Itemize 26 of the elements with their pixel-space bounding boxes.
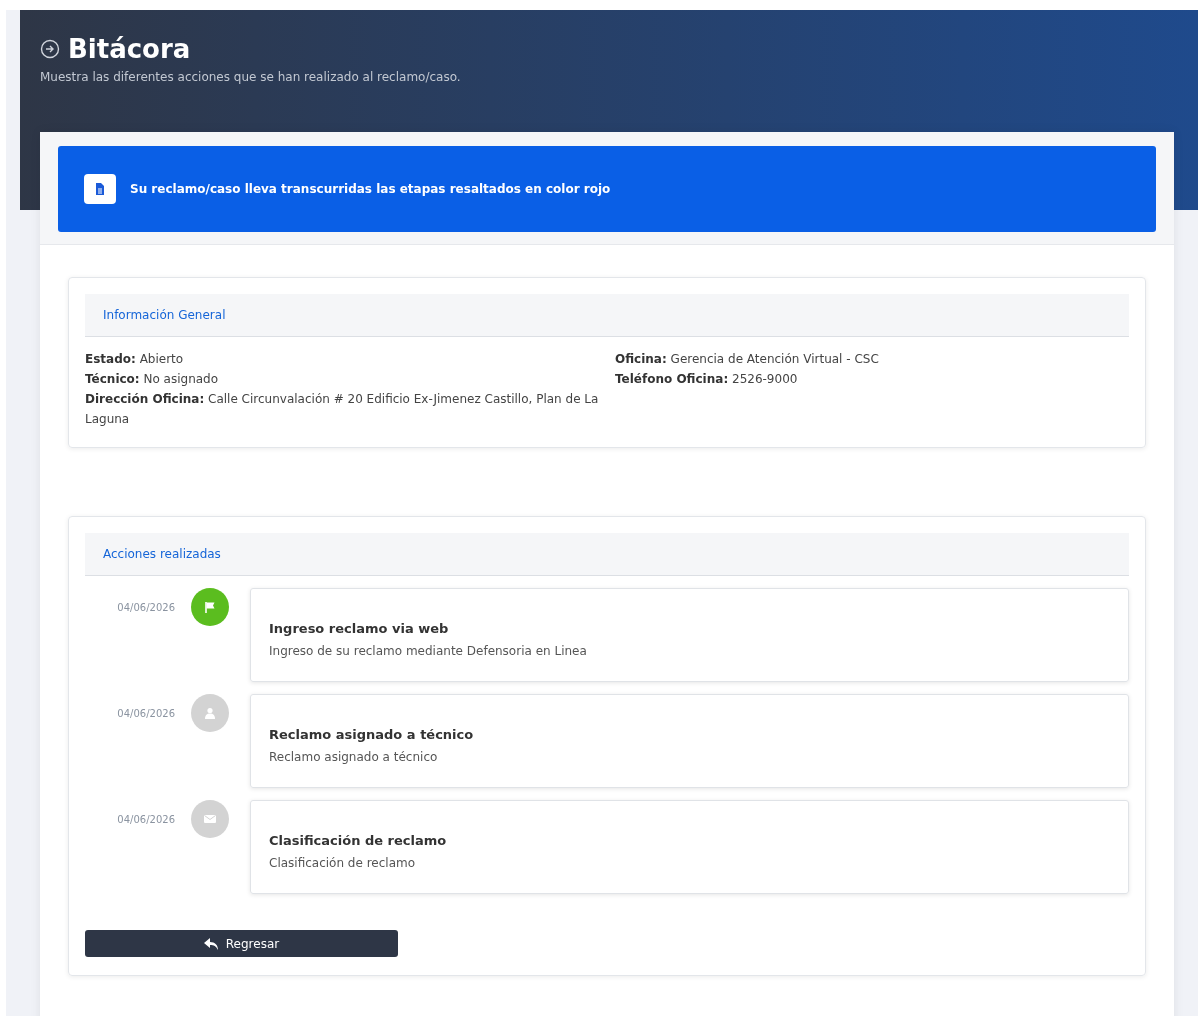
action-title: Reclamo asignado a técnico — [269, 727, 475, 742]
envelope-icon — [204, 814, 216, 824]
back-button[interactable]: Regresar — [85, 930, 398, 957]
info-field: Técnico: No asignado — [85, 369, 615, 389]
info-field: Oficina: Gerencia de Atención Virtual - CSC — [615, 349, 1129, 369]
user-icon — [204, 707, 216, 719]
action-date: 04/06/2026 — [116, 813, 175, 827]
info-field: Dirección Oficina: Calle Circunvalación # 20 Edificio Ex-Jimenez Castillo, Plan de La Laguna — [85, 389, 615, 429]
action-description: Ingreso de su reclamo mediante Defensoria en Linea — [269, 644, 588, 658]
panel-title: Acciones realizadas — [103, 547, 221, 561]
action-title: Clasificación de reclamo — [269, 833, 448, 848]
reply-icon — [203, 937, 218, 950]
action-title: Ingreso reclamo via web — [269, 621, 450, 636]
arrow-circle-icon — [40, 39, 60, 59]
info-field: Teléfono Oficina: 2526-9000 — [615, 369, 1129, 389]
info-field: Estado: Abierto — [85, 349, 615, 369]
flag-icon — [204, 601, 216, 613]
panel-title: Información General — [103, 308, 226, 322]
document-icon — [84, 174, 116, 204]
action-description: Reclamo asignado a técnico — [269, 750, 439, 764]
page-title: Bitácora — [68, 34, 191, 64]
action-description: Clasificación de reclamo — [269, 856, 417, 870]
action-date: 04/06/2026 — [116, 601, 175, 615]
alert-text: Su reclamo/caso lleva transcurridas las etapas resaltados en color rojo — [130, 182, 611, 196]
page-subtitle: Muestra las diferentes acciones que se han realizado al reclamo/caso. — [40, 70, 462, 84]
action-date: 04/06/2026 — [116, 707, 175, 721]
